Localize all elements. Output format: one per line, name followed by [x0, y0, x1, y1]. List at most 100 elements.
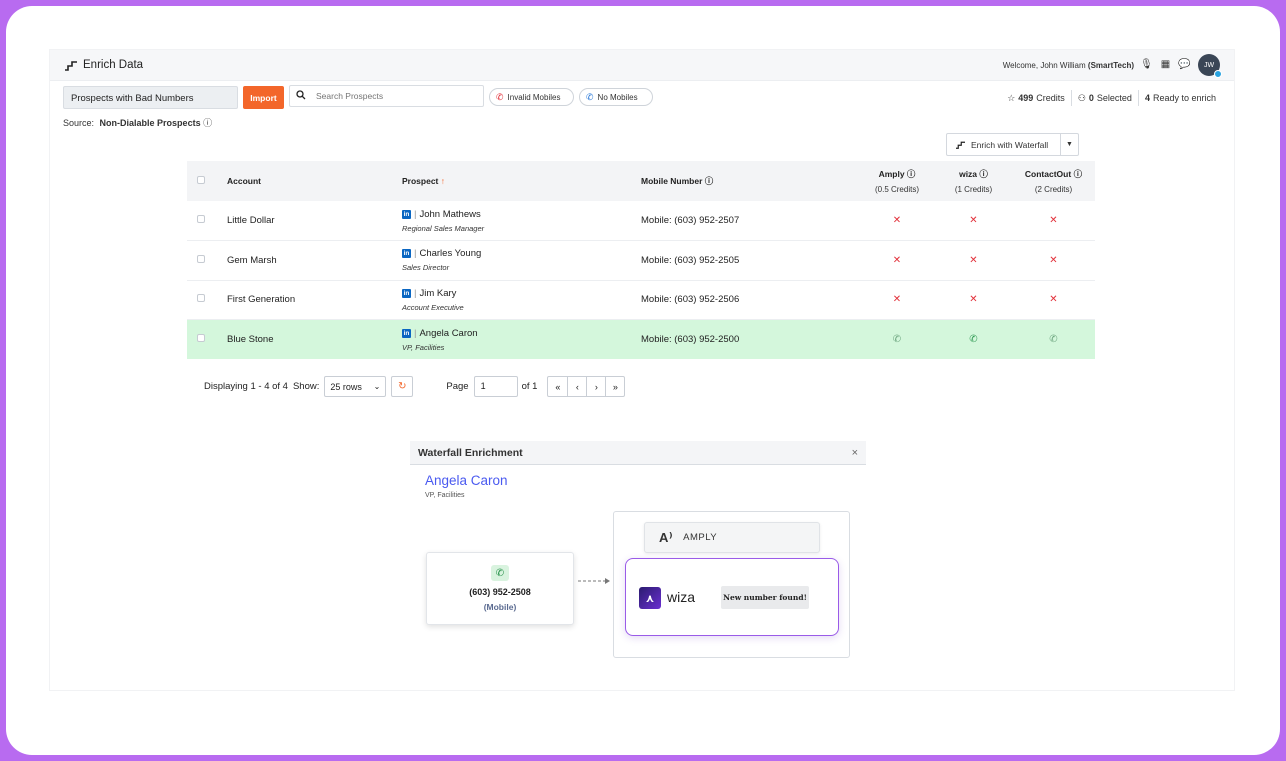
no-mobiles-filter[interactable]: ✆ No Mobiles [579, 88, 653, 106]
account-cell: Gem Marsh [227, 254, 277, 266]
wiza-logo-icon: ⋏ [639, 587, 661, 609]
table-row[interactable]: First Generation in | Jim Kary Account Exe… [187, 280, 1095, 320]
row-checkbox[interactable] [197, 334, 205, 342]
refresh-icon[interactable]: ↻ [391, 376, 414, 397]
stats-bar: ☆ 499 Credits ⚇ 0 Selected 4 Ready to en… [1001, 90, 1222, 106]
info-icon[interactable]: ⓘ [979, 169, 988, 179]
header-contactout: ContactOut ⓘ (2 Credits) [1012, 161, 1095, 201]
chevron-down-icon: ⌄ [373, 382, 381, 391]
select-all-checkbox[interactable] [197, 176, 205, 184]
prospect-name[interactable]: Jim Kary [419, 288, 456, 299]
number-type: (Mobile) [483, 602, 517, 612]
phone-icon: ✆ [491, 565, 509, 581]
phone-icon: ✆ [1049, 334, 1058, 345]
wiza-label: wiza [667, 589, 696, 605]
search-box[interactable] [289, 85, 484, 107]
page-nav: « ‹ › » [547, 376, 626, 397]
arrow-icon [578, 578, 610, 584]
table-row[interactable]: Gem Marsh in | Charles Young Sales Directo… [187, 241, 1095, 281]
header-amply: Amply ⓘ (0.5 Credits) [859, 161, 935, 201]
fail-x-icon: ✕ [969, 215, 978, 226]
wiza-provider-card: ⋏ wiza New number found! [625, 558, 839, 636]
modal-prospect-name: Angela Caron [425, 473, 508, 488]
close-icon[interactable]: × [852, 447, 858, 459]
search-input[interactable] [316, 91, 466, 101]
ready-label: Ready to enrich [1152, 93, 1216, 103]
header-wiza: wiza ⓘ (1 Credits) [935, 161, 1012, 201]
modal-title: Waterfall Enrichment [418, 446, 523, 459]
linkedin-icon[interactable]: in [402, 328, 411, 338]
source-value: Non-Dialable Prospects [99, 118, 201, 128]
avatar[interactable]: JW [1198, 54, 1222, 78]
enrich-waterfall-button[interactable]: Enrich with Waterfall ▼ [946, 133, 1079, 156]
avatar-initials: JW [1203, 61, 1215, 69]
info-icon[interactable]: ⓘ [907, 169, 916, 179]
waterfall-modal: Waterfall Enrichment × Angela Caron VP, … [410, 441, 866, 671]
chevron-down-icon[interactable]: ▼ [1060, 134, 1078, 155]
welcome-prefix: Welcome, John William [1002, 61, 1086, 70]
apps-grid-icon[interactable]: ▦ [1160, 59, 1171, 70]
fail-x-icon: ✕ [1049, 294, 1058, 306]
header-prospect[interactable]: Prospect ↑ [402, 161, 641, 201]
linkedin-icon[interactable]: in [402, 288, 411, 298]
prospect-name[interactable]: Angela Caron [419, 328, 477, 339]
enrich-waterfall-main[interactable]: Enrich with Waterfall [947, 140, 1060, 150]
prev-page-icon[interactable]: ‹ [567, 377, 586, 396]
account-cell: First Generation [227, 294, 296, 306]
chip-nomobiles-label: No Mobiles [597, 92, 638, 102]
invalid-mobiles-filter[interactable]: ✆ Invalid Mobiles [489, 88, 574, 106]
selected-stat: ⚇ 0 Selected [1072, 93, 1138, 104]
amply-logo-icon: A⁾ [659, 529, 674, 545]
search-icon [296, 89, 306, 103]
row-checkbox[interactable] [197, 215, 205, 223]
import-button[interactable]: Import [243, 86, 284, 109]
table-row[interactable]: Blue Stone in | Angela Caron VP, Facilitie… [187, 319, 1095, 359]
fail-x-icon: ✕ [1049, 254, 1058, 266]
first-page-icon[interactable]: « [548, 377, 567, 396]
mobile-cell: Mobile: (603) 952-2507 [641, 215, 740, 226]
chat-icon[interactable]: 💬 [1178, 59, 1190, 70]
app-title: Enrich Data [64, 59, 143, 71]
prospect-name[interactable]: Charles Young [419, 248, 481, 259]
amply-provider-card: A⁾ AMPLY [644, 522, 820, 553]
fail-x-icon: ✕ [969, 254, 978, 266]
linkedin-icon[interactable]: in [402, 209, 411, 219]
outer-frame: Enrich Data Welcome, John William (Smart… [6, 6, 1280, 755]
next-page-icon[interactable]: › [586, 377, 605, 396]
fail-x-icon: ✕ [1049, 215, 1058, 226]
number-card: ✆ (603) 952-2508 (Mobile) [426, 552, 574, 625]
header-contactout-credits: (2 Credits) [1034, 185, 1073, 194]
status-dot [1214, 70, 1222, 78]
header-account[interactable]: Account [227, 161, 402, 201]
rows-per-page-select[interactable]: 25 rows ⌄ [324, 376, 387, 397]
selected-label: Selected [1096, 93, 1132, 103]
header-mobile: Mobile Number ⓘ [641, 161, 859, 201]
selected-value: 0 [1088, 93, 1094, 103]
fail-x-icon: ✕ [892, 254, 902, 266]
table-header-row: Account Prospect ↑ Mobile Number ⓘ Amply… [187, 161, 1095, 201]
microphone-icon[interactable]: 🎙 [1140, 59, 1153, 70]
prospect-cell: in | Charles Young Sales Director [402, 241, 641, 281]
info-icon[interactable]: ⓘ [705, 176, 714, 186]
prospect-name[interactable]: John Mathews [419, 209, 480, 220]
info-icon[interactable]: ⓘ [1074, 169, 1083, 179]
row-checkbox[interactable] [197, 254, 205, 263]
modal-header: Waterfall Enrichment × [410, 441, 866, 465]
row-checkbox[interactable] [197, 294, 205, 303]
last-page-icon[interactable]: » [605, 377, 624, 396]
table-row[interactable]: Little Dollar in | John Mathews Regional S… [187, 201, 1095, 241]
source-line: Source: Non-Dialable Prospects ⓘ [63, 116, 212, 129]
top-bar: Enrich Data Welcome, John William (Smart… [50, 50, 1234, 81]
ready-stat: 4 Ready to enrich [1139, 93, 1222, 103]
fail-x-icon: ✕ [892, 294, 902, 306]
credits-value: 499 [1018, 93, 1034, 103]
sort-up-icon: ↑ [440, 176, 445, 186]
phone-icon: ✆ [892, 334, 902, 345]
page-input[interactable]: 1 [473, 376, 518, 397]
fail-x-icon: ✕ [969, 294, 978, 306]
info-icon[interactable]: ⓘ [203, 118, 212, 128]
linkedin-icon[interactable]: in [402, 249, 411, 259]
list-select[interactable]: Prospects with Bad Numbers [63, 86, 238, 109]
provider-stack: A⁾ AMPLY ⋏ wiza New number found! [613, 511, 850, 658]
app-title-text: Enrich Data [83, 59, 144, 71]
